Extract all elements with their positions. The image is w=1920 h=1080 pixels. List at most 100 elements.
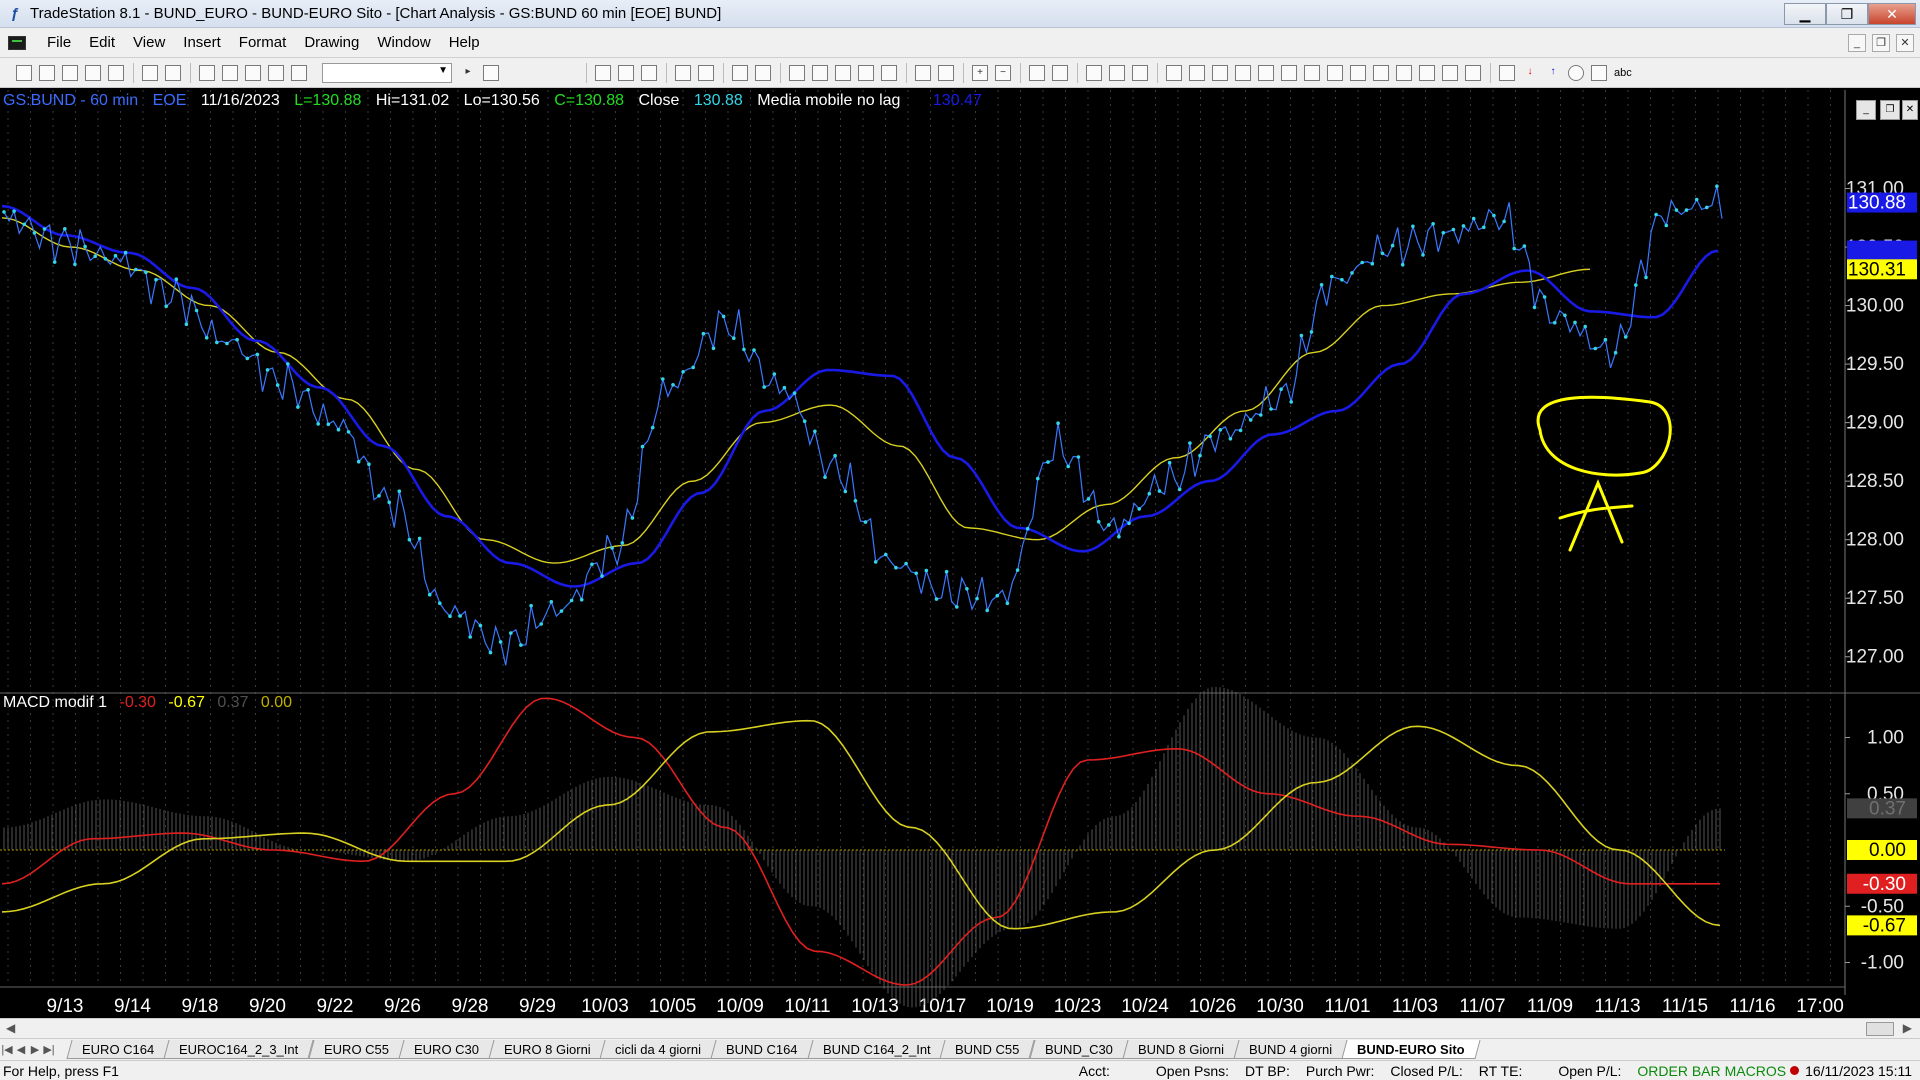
horizontal-lines-icon[interactable] <box>1212 64 1228 81</box>
line-chart-icon[interactable] <box>835 64 851 81</box>
child-close-button[interactable]: ✕ <box>1896 33 1914 52</box>
new-icon[interactable] <box>16 64 32 81</box>
zoom-out-icon[interactable]: − <box>995 64 1011 81</box>
curve-icon[interactable] <box>1499 64 1515 81</box>
menu-edit[interactable]: Edit <box>80 34 124 51</box>
subwindow-minimize-button[interactable]: _ <box>1856 100 1876 120</box>
tab-bund-c30[interactable]: BUND_C30 <box>1029 1040 1129 1059</box>
select-icon[interactable] <box>1052 64 1068 81</box>
new-window-icon[interactable] <box>85 64 101 81</box>
arc-icon[interactable] <box>1419 64 1435 81</box>
tool-b-icon[interactable] <box>618 64 634 81</box>
menu-format[interactable]: Format <box>230 34 296 51</box>
export-icon[interactable] <box>1109 64 1125 81</box>
point-figure-icon[interactable] <box>858 64 874 81</box>
vertical-lines-icon[interactable] <box>1189 64 1205 81</box>
tab-bund-c55[interactable]: BUND C55 <box>939 1040 1036 1059</box>
spacing-icon[interactable] <box>915 64 931 81</box>
chart-document-icon[interactable] <box>8 35 26 50</box>
parallel-lines-icon[interactable] <box>1373 64 1389 81</box>
tab-cicli-da-4-giorni[interactable]: cicli da 4 giorni <box>599 1040 717 1059</box>
play-arrow-icon[interactable]: ▸ <box>460 65 476 81</box>
tab-euroc164-2-3-int[interactable]: EUROC164_2_3_Int <box>163 1040 315 1059</box>
scroll-left-icon[interactable]: ◀ <box>6 1021 15 1035</box>
child-restore-button[interactable]: ❐ <box>1872 33 1890 52</box>
arrow-down-icon[interactable]: ↓ <box>1522 65 1538 81</box>
cascade-icon[interactable] <box>222 64 238 81</box>
save-icon[interactable] <box>108 64 124 81</box>
insert-analysis-icon[interactable] <box>675 64 691 81</box>
tab-last-icon[interactable]: ▶| <box>42 1043 56 1056</box>
chart-horizontal-scrollbar[interactable]: ◀ ▶ <box>0 1018 1920 1038</box>
macros-button[interactable]: MACROS <box>1725 1063 1790 1079</box>
menu-view[interactable]: View <box>124 34 174 51</box>
tab-bund-8-giorni[interactable]: BUND 8 Giorni <box>1122 1040 1240 1059</box>
menu-insert[interactable]: Insert <box>174 34 230 51</box>
ellipse-icon[interactable] <box>1568 64 1584 81</box>
minimize-button[interactable]: ▁ <box>1784 2 1826 25</box>
fib-icon[interactable] <box>1258 64 1274 81</box>
macro-icon[interactable] <box>268 64 284 81</box>
tab-bund-4-giorni[interactable]: BUND 4 giorni <box>1233 1040 1348 1059</box>
tab-euro-c164[interactable]: EURO C164 <box>66 1040 170 1059</box>
tools-icon[interactable] <box>1086 64 1102 81</box>
print-preview-icon[interactable] <box>142 64 158 81</box>
tab-euro-c55[interactable]: EURO C55 <box>307 1040 405 1059</box>
menu-file[interactable]: File <box>38 34 80 51</box>
order-bar-button[interactable]: ORDER BAR <box>1629 1063 1724 1079</box>
print-icon[interactable] <box>165 64 181 81</box>
tab-bund-c164-2-int[interactable]: BUND C164_2_Int <box>807 1040 947 1059</box>
tab-prev-icon[interactable]: ◀ <box>14 1043 28 1056</box>
child-minimize-button[interactable]: _ <box>1848 33 1866 52</box>
trendline-icon[interactable] <box>1166 64 1182 81</box>
rectangle-icon[interactable] <box>1591 64 1607 81</box>
text-tool-abc[interactable]: abc <box>1614 67 1632 79</box>
symbol-dropdown[interactable] <box>322 62 452 83</box>
chart-analysis-window[interactable]: 127.00 127.50 128.00 128.50 129.00 129.50 130.… <box>0 90 1920 1020</box>
lock-icon[interactable] <box>245 64 261 81</box>
menu-window[interactable]: Window <box>368 34 439 51</box>
tab-bund-c164[interactable]: BUND C164 <box>710 1040 814 1059</box>
tab-euro-8-giorni[interactable]: EURO 8 Giorni <box>488 1040 606 1059</box>
gann-icon[interactable] <box>1304 64 1320 81</box>
tool-c-icon[interactable] <box>641 64 657 81</box>
close-price-point <box>42 227 47 231</box>
ohlc-icon[interactable] <box>881 64 897 81</box>
globe-icon[interactable] <box>291 64 307 81</box>
open-icon[interactable] <box>39 64 55 81</box>
scroll-thumb[interactable] <box>1866 1022 1894 1036</box>
pointer-icon[interactable] <box>1029 64 1045 81</box>
maximize-button[interactable]: ❐ <box>1826 2 1868 25</box>
zoom-in-icon[interactable]: + <box>972 64 988 81</box>
chart-canvas[interactable]: 127.00 127.50 128.00 128.50 129.00 129.50 130.… <box>0 90 1920 1020</box>
subwindow-restore-button[interactable]: ❐ <box>1880 100 1900 120</box>
tile-icon[interactable] <box>199 64 215 81</box>
menu-help[interactable]: Help <box>440 34 489 51</box>
close-button[interactable]: ✕ <box>1868 2 1916 25</box>
disabled-icon[interactable] <box>1132 64 1148 81</box>
tab-euro-c30[interactable]: EURO C30 <box>397 1040 495 1059</box>
open-workspace-icon[interactable] <box>62 64 78 81</box>
tab-next-icon[interactable]: ▶ <box>28 1043 42 1056</box>
tab-bund-euro-sito[interactable]: BUND-EURO Sito <box>1341 1040 1480 1059</box>
chart-style-icon[interactable] <box>732 64 748 81</box>
channel-icon[interactable] <box>1235 64 1251 81</box>
angle-icon[interactable] <box>1281 64 1297 81</box>
tab-first-icon[interactable]: |◀ <box>0 1043 14 1056</box>
subwindow-close-button[interactable]: ✕ <box>1902 100 1918 120</box>
format-icon[interactable] <box>698 64 714 81</box>
arrow-up-icon[interactable]: ↑ <box>1545 65 1561 81</box>
bar-type-icon[interactable] <box>789 64 805 81</box>
cycle-icon[interactable] <box>1442 64 1458 81</box>
speed-lines-icon[interactable] <box>1350 64 1366 81</box>
lookup-icon[interactable] <box>483 64 499 81</box>
scroll-right-icon[interactable]: ▶ <box>1903 1021 1912 1035</box>
chart-style2-icon[interactable] <box>755 64 771 81</box>
menu-drawing[interactable]: Drawing <box>295 34 368 51</box>
andrews-icon[interactable] <box>1327 64 1343 81</box>
tool-a-icon[interactable] <box>595 64 611 81</box>
arrows-icon[interactable] <box>1396 64 1412 81</box>
spacing2-icon[interactable] <box>938 64 954 81</box>
candle-icon[interactable] <box>812 64 828 81</box>
pen-icon[interactable] <box>1465 64 1481 81</box>
